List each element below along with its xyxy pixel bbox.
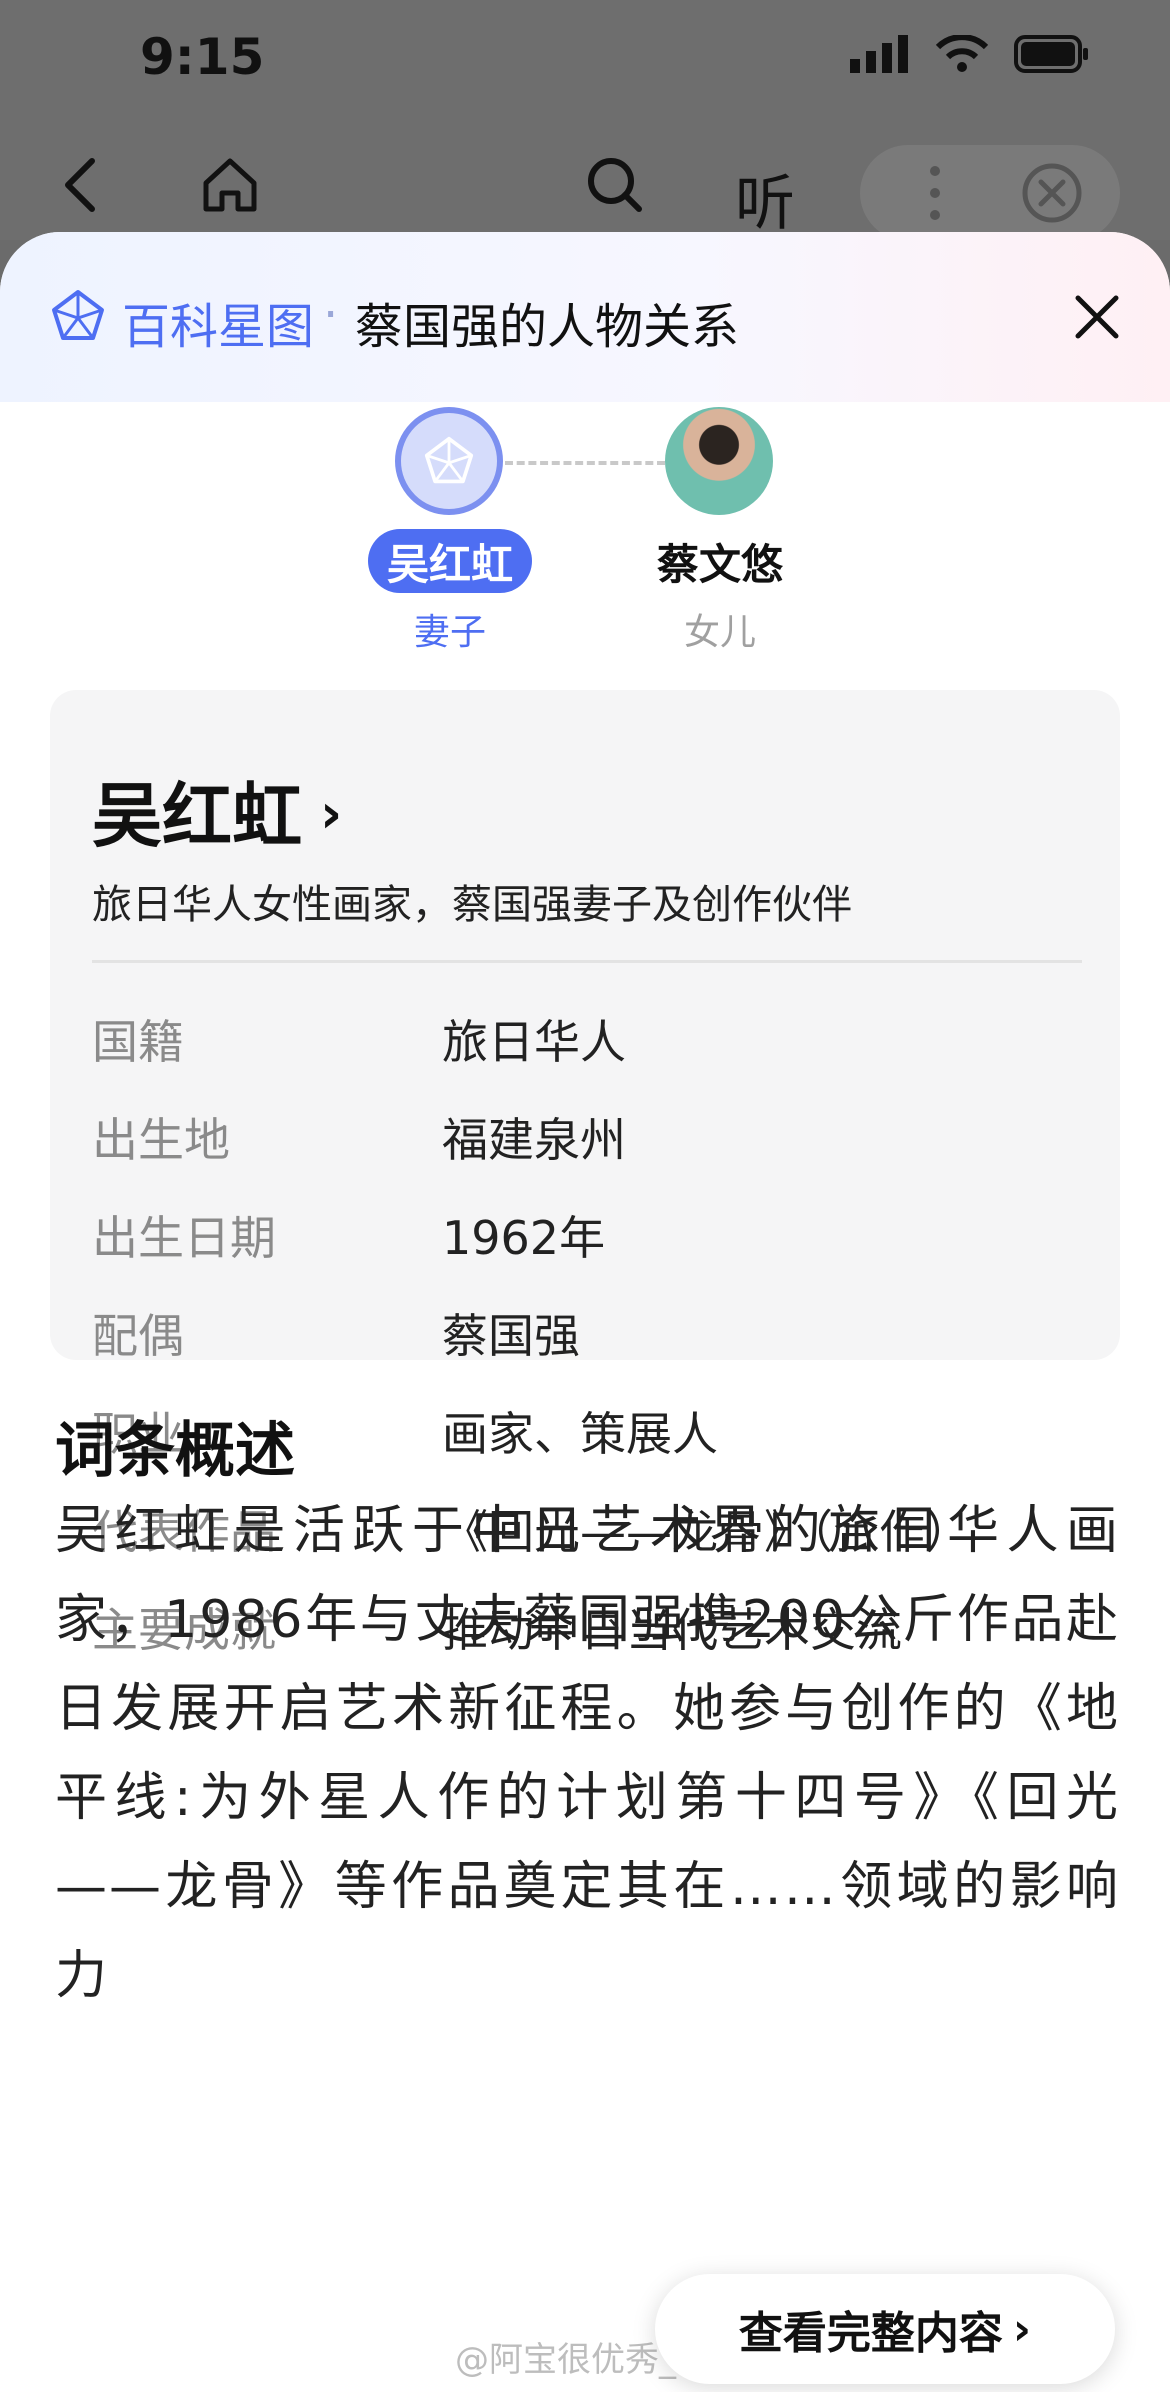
info-row: 出生日期 1962年 bbox=[92, 1186, 1082, 1284]
search-button[interactable] bbox=[575, 145, 655, 225]
chevron-right-icon[interactable]: › bbox=[320, 782, 342, 845]
star-map-icon bbox=[424, 436, 474, 484]
overview-title: 词条概述 bbox=[55, 1416, 295, 1486]
battery-icon bbox=[1014, 35, 1088, 73]
wifi-icon bbox=[936, 35, 988, 72]
info-value: 蔡国强 bbox=[442, 1309, 580, 1363]
info-key: 出生日期 bbox=[92, 1211, 276, 1265]
sheet-title: 蔡国强的人物关系 bbox=[355, 299, 740, 355]
capsule-close-icon[interactable] bbox=[1020, 161, 1084, 225]
relation-connector bbox=[505, 461, 665, 465]
view-full-content-label: 查看完整内容 bbox=[738, 2308, 1003, 2359]
back-icon bbox=[65, 158, 95, 212]
divider bbox=[92, 960, 1082, 963]
card-person-name[interactable]: 吴红虹 bbox=[92, 760, 302, 861]
info-row: 出生地 福建泉州 bbox=[92, 1088, 1082, 1186]
info-key: 配偶 bbox=[92, 1309, 184, 1363]
watermark: @阿宝很优秀_ bbox=[455, 2340, 676, 2380]
more-icon[interactable] bbox=[925, 163, 945, 223]
signal-icon bbox=[850, 35, 908, 73]
view-full-content-button[interactable]: 查看完整内容 › bbox=[655, 2274, 1115, 2384]
info-value: 旅日华人 bbox=[442, 1015, 626, 1069]
home-icon bbox=[203, 158, 257, 212]
card-subtitle: 旅日华人女性画家，蔡国强妻子及创作伙伴 bbox=[92, 882, 852, 928]
info-value: 福建泉州 bbox=[442, 1113, 626, 1167]
back-button[interactable] bbox=[40, 145, 120, 225]
relationship-sheet: 百科星图 · 蔡国强的人物关系 吴红虹 妻子 蔡文悠 女儿 吴红虹 › 旅日华人… bbox=[0, 232, 1170, 2392]
person-role: 妻子 bbox=[413, 612, 486, 653]
relationship-graph: 吴红虹 妻子 蔡文悠 女儿 bbox=[0, 407, 1170, 667]
info-key: 出生地 bbox=[92, 1113, 230, 1167]
nav-bar: 听 bbox=[0, 145, 1170, 245]
avatar-cai-wenyou[interactable] bbox=[665, 407, 773, 515]
sheet-header: 百科星图 · 蔡国强的人物关系 bbox=[0, 232, 1170, 402]
person-name[interactable]: 蔡文悠 bbox=[630, 529, 810, 593]
search-icon bbox=[588, 158, 642, 212]
person-info-card: 吴红虹 › 旅日华人女性画家，蔡国强妻子及创作伙伴 国籍 旅日华人 出生地 福建泉州… bbox=[50, 690, 1120, 1657]
mini-program-capsule bbox=[860, 145, 1120, 241]
info-value: 1962年 bbox=[442, 1211, 606, 1265]
info-value: 画家、策展人 bbox=[442, 1407, 718, 1461]
status-time: 9:15 bbox=[140, 28, 265, 86]
info-row: 配偶 蔡国强 bbox=[92, 1284, 1082, 1382]
close-icon[interactable] bbox=[1074, 294, 1120, 340]
person-role: 女儿 bbox=[683, 612, 756, 653]
info-key: 国籍 bbox=[92, 1015, 184, 1069]
chevron-right-icon: › bbox=[1012, 2303, 1032, 2355]
listen-button[interactable]: 听 bbox=[735, 155, 795, 242]
brand-label: 百科星图 bbox=[122, 299, 315, 355]
overview-text: 吴红虹是活跃于中日艺术界的旅日华人画家，1986年与丈夫蔡国强携200公斤作品赴… bbox=[55, 1501, 1120, 2006]
star-map-icon bbox=[52, 290, 104, 340]
home-button[interactable] bbox=[190, 145, 270, 225]
info-row: 国籍 旅日华人 bbox=[92, 990, 1082, 1088]
status-icons bbox=[850, 35, 1090, 73]
browser-header: 9:15 听 bbox=[0, 0, 1170, 241]
person-name-selected[interactable]: 吴红虹 bbox=[368, 529, 532, 593]
title-separator: · bbox=[323, 287, 339, 343]
avatar-wu-honghong[interactable] bbox=[395, 407, 503, 515]
